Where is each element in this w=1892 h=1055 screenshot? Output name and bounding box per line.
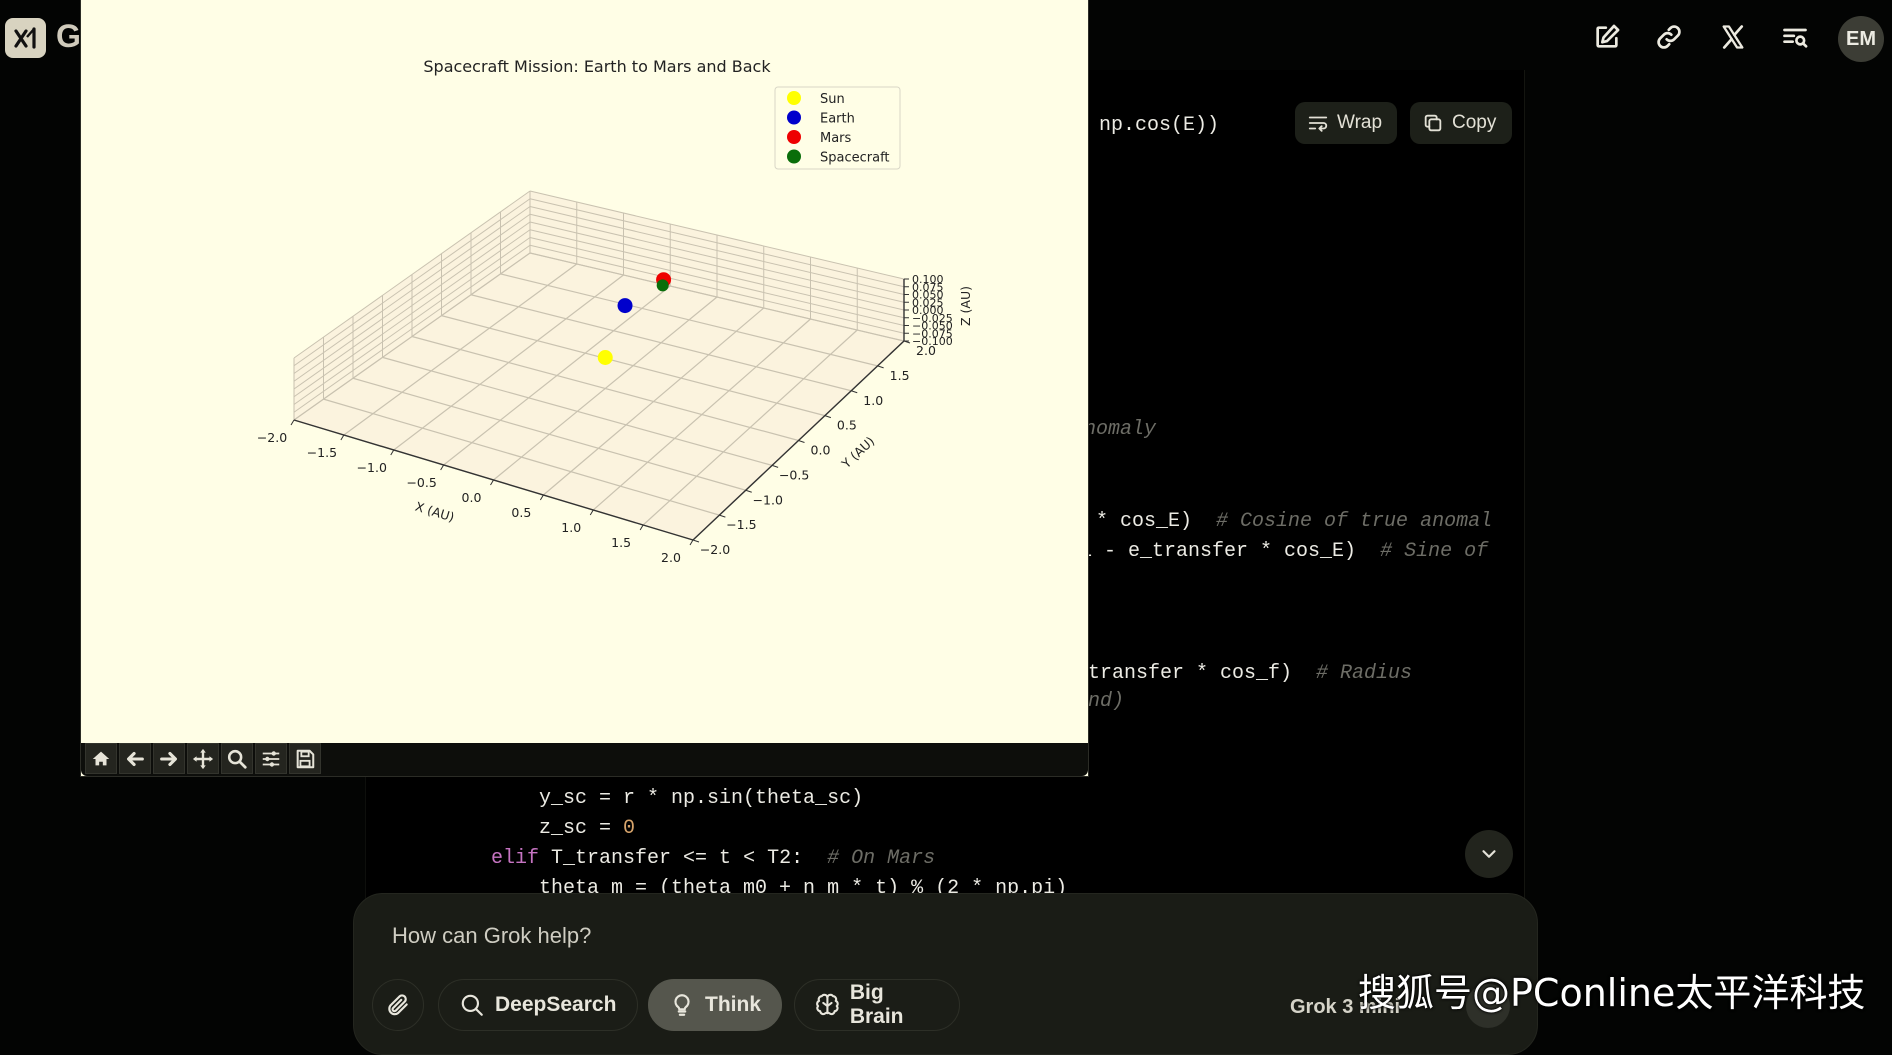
y-tick-label: 1.5: [890, 368, 910, 383]
attach-button[interactable]: [372, 979, 424, 1031]
x-tick: [639, 524, 644, 531]
save-figure-button[interactable]: [289, 743, 321, 774]
watermark-text: 搜狐号@PConline太平洋科技: [1358, 971, 1866, 1015]
data-point-spacecraft: [656, 279, 669, 292]
matplotlib-figure-window[interactable]: Spacecraft Mission: Earth to Mars and Ba…: [81, 0, 1088, 776]
legend-marker: [787, 149, 801, 164]
copy-button[interactable]: Copy: [1410, 102, 1512, 144]
scroll-to-bottom-button[interactable]: [1465, 830, 1513, 878]
big-brain-button[interactable]: Big Brain: [794, 979, 960, 1031]
x-axis-label: X (AU): [414, 499, 457, 525]
save-icon: [296, 749, 315, 768]
pan-button[interactable]: [187, 743, 219, 774]
think-button[interactable]: Think: [648, 979, 782, 1031]
legend-label: Spacecraft: [820, 151, 890, 166]
x-tick: [589, 509, 594, 516]
code-line: elif T_transfer <= t < T2: # On Mars: [491, 847, 936, 870]
x-tick-label: 1.0: [561, 520, 581, 535]
code-line: nomaly: [1084, 418, 1157, 441]
legend-marker: [787, 110, 801, 125]
code-line: * cos_E) # Cosine of true anomal: [1084, 510, 1493, 533]
x-tick: [440, 464, 445, 471]
y-tick: [851, 390, 858, 394]
back-button[interactable]: [119, 743, 151, 774]
plot-canvas[interactable]: Spacecraft Mission: Earth to Mars and Ba…: [81, 0, 1088, 743]
home-button[interactable]: [85, 743, 117, 774]
forward-icon: [160, 751, 177, 766]
brain-icon: [816, 993, 839, 1016]
y-tick: [824, 415, 832, 419]
legend-label: Mars: [820, 131, 852, 146]
legend-marker: [787, 91, 801, 105]
y-tick: [798, 440, 805, 443]
zoom-button[interactable]: [221, 743, 253, 774]
code-line: 1 - e_transfer * cos_E) # Sine of: [1080, 540, 1489, 563]
z-tick-label: 0.100: [912, 273, 944, 286]
y-tick-label: 0.5: [837, 418, 857, 433]
code-line: nd): [1088, 690, 1125, 713]
lightbulb-icon: [674, 994, 690, 1016]
z-axis-label: Z (AU): [958, 286, 973, 326]
legend-marker: [787, 130, 801, 144]
y-tick-label: 0.0: [811, 443, 831, 458]
forward-button[interactable]: [153, 743, 185, 774]
xai-logo-icon[interactable]: [5, 18, 46, 58]
back-icon: [127, 751, 144, 766]
zoom-icon: [227, 749, 247, 769]
x-tick-label: −0.5: [406, 475, 436, 490]
x-tick-label: 2.0: [661, 550, 681, 565]
y-tick-label: −2.0: [700, 542, 730, 557]
y-tick: [877, 365, 884, 369]
y-tick-label: −1.5: [726, 517, 756, 532]
x-tick-label: −2.0: [257, 430, 287, 445]
x-tick-label: −1.0: [357, 460, 387, 475]
wrap-button[interactable]: Wrap: [1295, 102, 1397, 144]
code-line: np.cos(E)): [1099, 114, 1220, 137]
search-history-icon[interactable]: [1778, 20, 1812, 54]
copy-icon: [1424, 114, 1442, 132]
plot-toolbar: [81, 743, 1088, 776]
prompt-input[interactable]: [390, 922, 1394, 950]
code-line: z_sc = 0: [539, 817, 636, 840]
user-avatar[interactable]: EM: [1838, 16, 1884, 62]
data-point-earth: [617, 298, 633, 314]
share-link-icon[interactable]: [1652, 20, 1686, 54]
x-tick: [340, 434, 345, 441]
brand-text: G: [56, 18, 81, 54]
y-tick: [771, 464, 779, 468]
search-icon: [461, 994, 483, 1016]
configure-subplots-icon: [262, 750, 280, 767]
x-tick: [689, 539, 694, 546]
paperclip-icon: [388, 994, 408, 1016]
y-tick-label: −0.5: [779, 467, 809, 482]
y-tick: [719, 514, 726, 518]
y-tick-label: −1.0: [753, 492, 783, 507]
code-line: y_sc = r * np.sin(theta_sc): [539, 787, 864, 810]
x-tick-label: 1.5: [611, 535, 631, 550]
configure-subplots-button[interactable]: [255, 743, 287, 774]
x-tick: [490, 479, 494, 486]
wrap-icon: [1308, 116, 1328, 132]
y-tick-label: 1.0: [863, 393, 883, 408]
chevron-down-icon: [1482, 850, 1496, 858]
x-tick: [390, 449, 395, 456]
code-line: transfer * cos_f) # Radius: [1088, 662, 1413, 685]
legend-label: Earth: [820, 112, 855, 127]
y-axis-label: Y (AU): [838, 433, 878, 471]
home-icon: [92, 751, 110, 765]
legend-label: Sun: [820, 92, 845, 107]
x-tick-label: 0.5: [511, 505, 531, 520]
x-tick: [539, 494, 544, 501]
x-tick-label: −1.5: [307, 445, 337, 460]
chart-title: Spacecraft Mission: Earth to Mars and Ba…: [423, 57, 771, 76]
y-tick: [745, 489, 752, 493]
x-tick-label: 0.0: [462, 490, 482, 505]
data-point-sun: [597, 350, 613, 365]
x-tick: [290, 419, 295, 426]
y-tick: [692, 539, 700, 543]
x-share-icon[interactable]: [1716, 20, 1750, 54]
deepsearch-button[interactable]: DeepSearch: [438, 979, 638, 1031]
new-chat-icon[interactable]: [1590, 20, 1624, 54]
pan-icon: [192, 748, 214, 769]
